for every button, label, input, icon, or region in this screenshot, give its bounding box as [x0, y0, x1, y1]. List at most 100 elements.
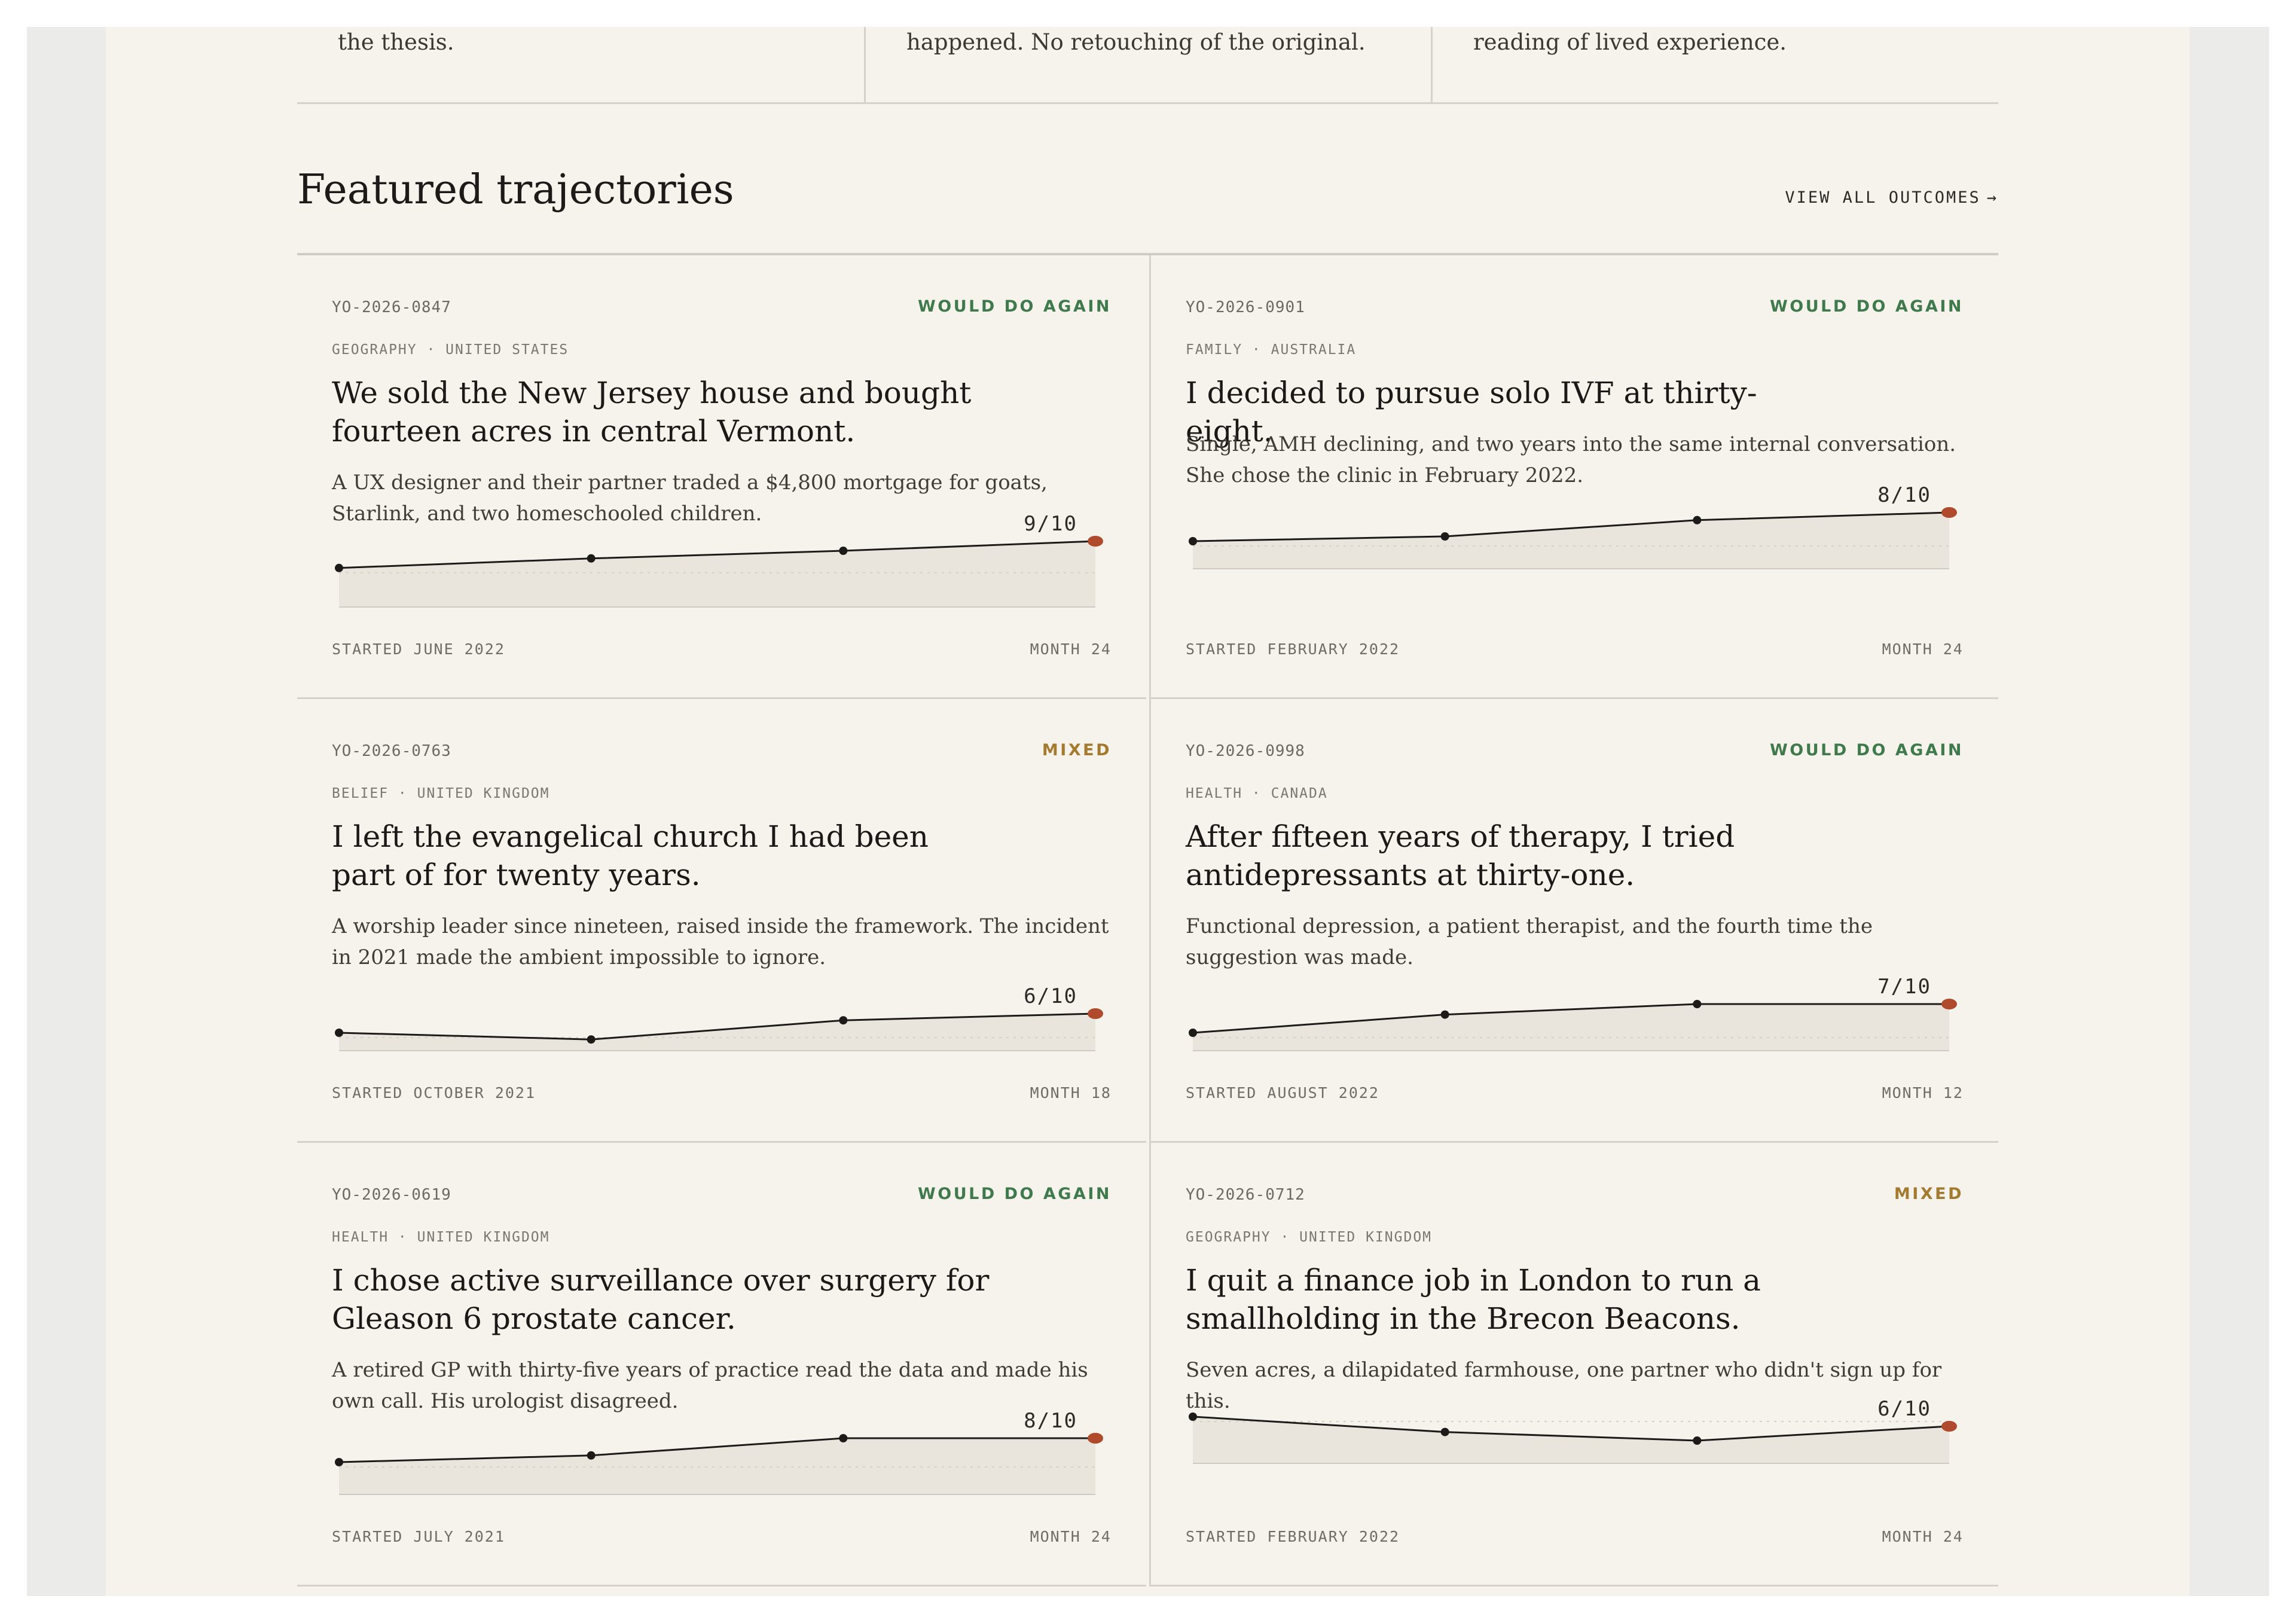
card-title[interactable]: We sold the New Jersey house and bought … [332, 374, 990, 450]
sparkline-point [1440, 1010, 1449, 1019]
sparkline-point [1693, 515, 1702, 524]
month-count: MONTH 12 [1882, 1084, 1964, 1102]
trajectory-id: YO-2026-0712 [1186, 1186, 1305, 1204]
arrow-right-icon: → [1986, 188, 1998, 207]
principle-column: reading of lived experience. [1431, 27, 1998, 102]
final-score-label: 9/10 [1024, 512, 1077, 536]
score-sparkline: 8/10 [1189, 483, 1957, 569]
category-meta: GEOGRAPHY · UNITED KINGDOM [1186, 1230, 1433, 1245]
sparkline-point [1693, 1000, 1702, 1008]
sparkline-point [587, 554, 596, 563]
final-score-label: 8/10 [1877, 483, 1931, 507]
month-count: MONTH 24 [1030, 640, 1112, 658]
card-title[interactable]: After fifteen years of therapy, I tried … [1186, 817, 1843, 894]
sparkline-point [587, 1035, 596, 1044]
page: the thesis. happened. No retouching of t… [106, 27, 2190, 1596]
trajectory-id: YO-2026-0998 [1186, 742, 1305, 760]
started-date: STARTED FEBRUARY 2022 [1186, 640, 1400, 658]
trajectory-id: YO-2026-0763 [332, 742, 451, 760]
sparkline-endpoint [1088, 536, 1103, 547]
sparkline-point [335, 1458, 343, 1466]
score-sparkline: 9/10 [335, 512, 1103, 608]
category-meta: GEOGRAPHY · UNITED STATES [332, 342, 569, 358]
verdict-badge: WOULD DO AGAIN [917, 1185, 1112, 1203]
category-meta: FAMILY · AUSTRALIA [1186, 342, 1357, 358]
trajectory-card[interactable]: YO-2026-0901 WOULD DO AGAIN FAMILY · AUSTR… [1149, 255, 1998, 699]
verdict-badge: WOULD DO AGAIN [917, 297, 1112, 316]
sparkline-area [339, 1014, 1095, 1051]
started-date: STARTED AUGUST 2022 [1186, 1084, 1379, 1102]
trajectory-card[interactable]: YO-2026-0847 WOULD DO AGAIN GEOGRAPHY · UN… [297, 255, 1146, 699]
category-meta: BELIEF · UNITED KINGDOM [332, 786, 550, 801]
trajectory-id: YO-2026-0901 [1186, 298, 1305, 316]
month-count: MONTH 24 [1882, 1528, 1964, 1545]
sparkline-area [1193, 1004, 1949, 1051]
trajectory-card[interactable]: YO-2026-0712 MIXED GEOGRAPHY · UNITED KING… [1149, 1143, 1998, 1587]
card-title[interactable]: I chose active surveillance over surgery… [332, 1261, 990, 1338]
trajectory-card[interactable]: YO-2026-0998 WOULD DO AGAIN HEALTH · CANAD… [1149, 699, 1998, 1143]
started-date: STARTED JULY 2021 [332, 1528, 505, 1545]
card-title[interactable]: I left the evangelical church I had been… [332, 817, 990, 894]
sparkline-point [1189, 1413, 1197, 1421]
card-description: Functional depression, a patient therapi… [1186, 914, 1873, 969]
month-count: MONTH 24 [1882, 640, 1964, 658]
started-date: STARTED FEBRUARY 2022 [1186, 1528, 1400, 1545]
category-meta: HEALTH · CANADA [1186, 786, 1328, 801]
verdict-badge: MIXED [1894, 1185, 1964, 1203]
principle-column: happened. No retouching of the original. [864, 27, 1431, 102]
verdict-badge: WOULD DO AGAIN [1769, 297, 1964, 316]
final-score-label: 7/10 [1877, 975, 1931, 999]
started-date: STARTED OCTOBER 2021 [332, 1084, 536, 1102]
score-sparkline: 7/10 [1189, 975, 1957, 1051]
trajectory-card[interactable]: YO-2026-0763 MIXED BELIEF · UNITED KINGDOM… [297, 699, 1146, 1143]
sparkline-point [1693, 1436, 1702, 1445]
sparkline-endpoint [1941, 1421, 1957, 1432]
sparkline-point [1440, 1427, 1449, 1436]
score-sparkline: 6/10 [335, 984, 1103, 1051]
trajectory-id: YO-2026-0847 [332, 298, 451, 316]
sparkline-point [335, 1029, 343, 1037]
principle-text: happened. No retouching of the original. [906, 29, 1366, 55]
category-meta: HEALTH · UNITED KINGDOM [332, 1230, 550, 1245]
month-count: MONTH 24 [1030, 1528, 1112, 1545]
final-score-label: 8/10 [1024, 1409, 1077, 1433]
card-description: A retired GP with thirty-five years of p… [332, 1358, 1088, 1413]
card-description: Single, AMH declining, and two years int… [1186, 432, 1956, 487]
sparkline-endpoint [1941, 507, 1957, 518]
sparkline-area [339, 541, 1095, 607]
card-description: A UX designer and their partner traded a… [332, 471, 1048, 526]
sparkline-endpoint [1088, 1433, 1103, 1444]
view-all-label: VIEW ALL OUTCOMES [1785, 188, 1981, 207]
sparkline-point [839, 1016, 848, 1025]
started-date: STARTED JUNE 2022 [332, 640, 505, 658]
score-sparkline: 6/10 [1189, 1397, 1957, 1464]
trajectory-card[interactable]: YO-2026-0619 WOULD DO AGAIN HEALTH · UNITE… [297, 1143, 1146, 1587]
sparkline-point [1440, 532, 1449, 541]
browser-viewport: the thesis. happened. No retouching of t… [27, 27, 2269, 1596]
card-description: A worship leader since nineteen, raised … [332, 914, 1109, 969]
month-count: MONTH 18 [1030, 1084, 1112, 1102]
principle-text: the thesis. [338, 29, 454, 55]
view-all-outcomes-link[interactable]: VIEW ALL OUTCOMES → [1785, 188, 1998, 207]
sparkline-endpoint [1088, 1008, 1103, 1019]
card-title[interactable]: I quit a finance job in London to run a … [1186, 1261, 1843, 1338]
sparkline-point [1189, 537, 1197, 545]
verdict-badge: WOULD DO AGAIN [1769, 741, 1964, 759]
trajectory-id: YO-2026-0619 [332, 1186, 451, 1204]
verdict-badge: MIXED [1042, 741, 1112, 759]
sparkline-endpoint [1941, 999, 1957, 1009]
sparkline-point [839, 1434, 848, 1442]
principle-text: reading of lived experience. [1473, 29, 1787, 55]
score-sparkline: 8/10 [335, 1409, 1103, 1495]
sparkline-point [839, 547, 848, 555]
sparkline-point [1189, 1029, 1197, 1037]
sparkline-point [335, 563, 343, 572]
sparkline-point [587, 1451, 596, 1460]
section-title: Featured trajectories [297, 166, 734, 213]
final-score-label: 6/10 [1024, 984, 1077, 1008]
final-score-label: 6/10 [1877, 1397, 1931, 1421]
sparkline-area [1193, 512, 1949, 569]
page-content: the thesis. happened. No retouching of t… [297, 27, 1998, 1596]
principle-column: the thesis. [297, 27, 864, 102]
previous-section-strip: the thesis. happened. No retouching of t… [297, 27, 1998, 104]
